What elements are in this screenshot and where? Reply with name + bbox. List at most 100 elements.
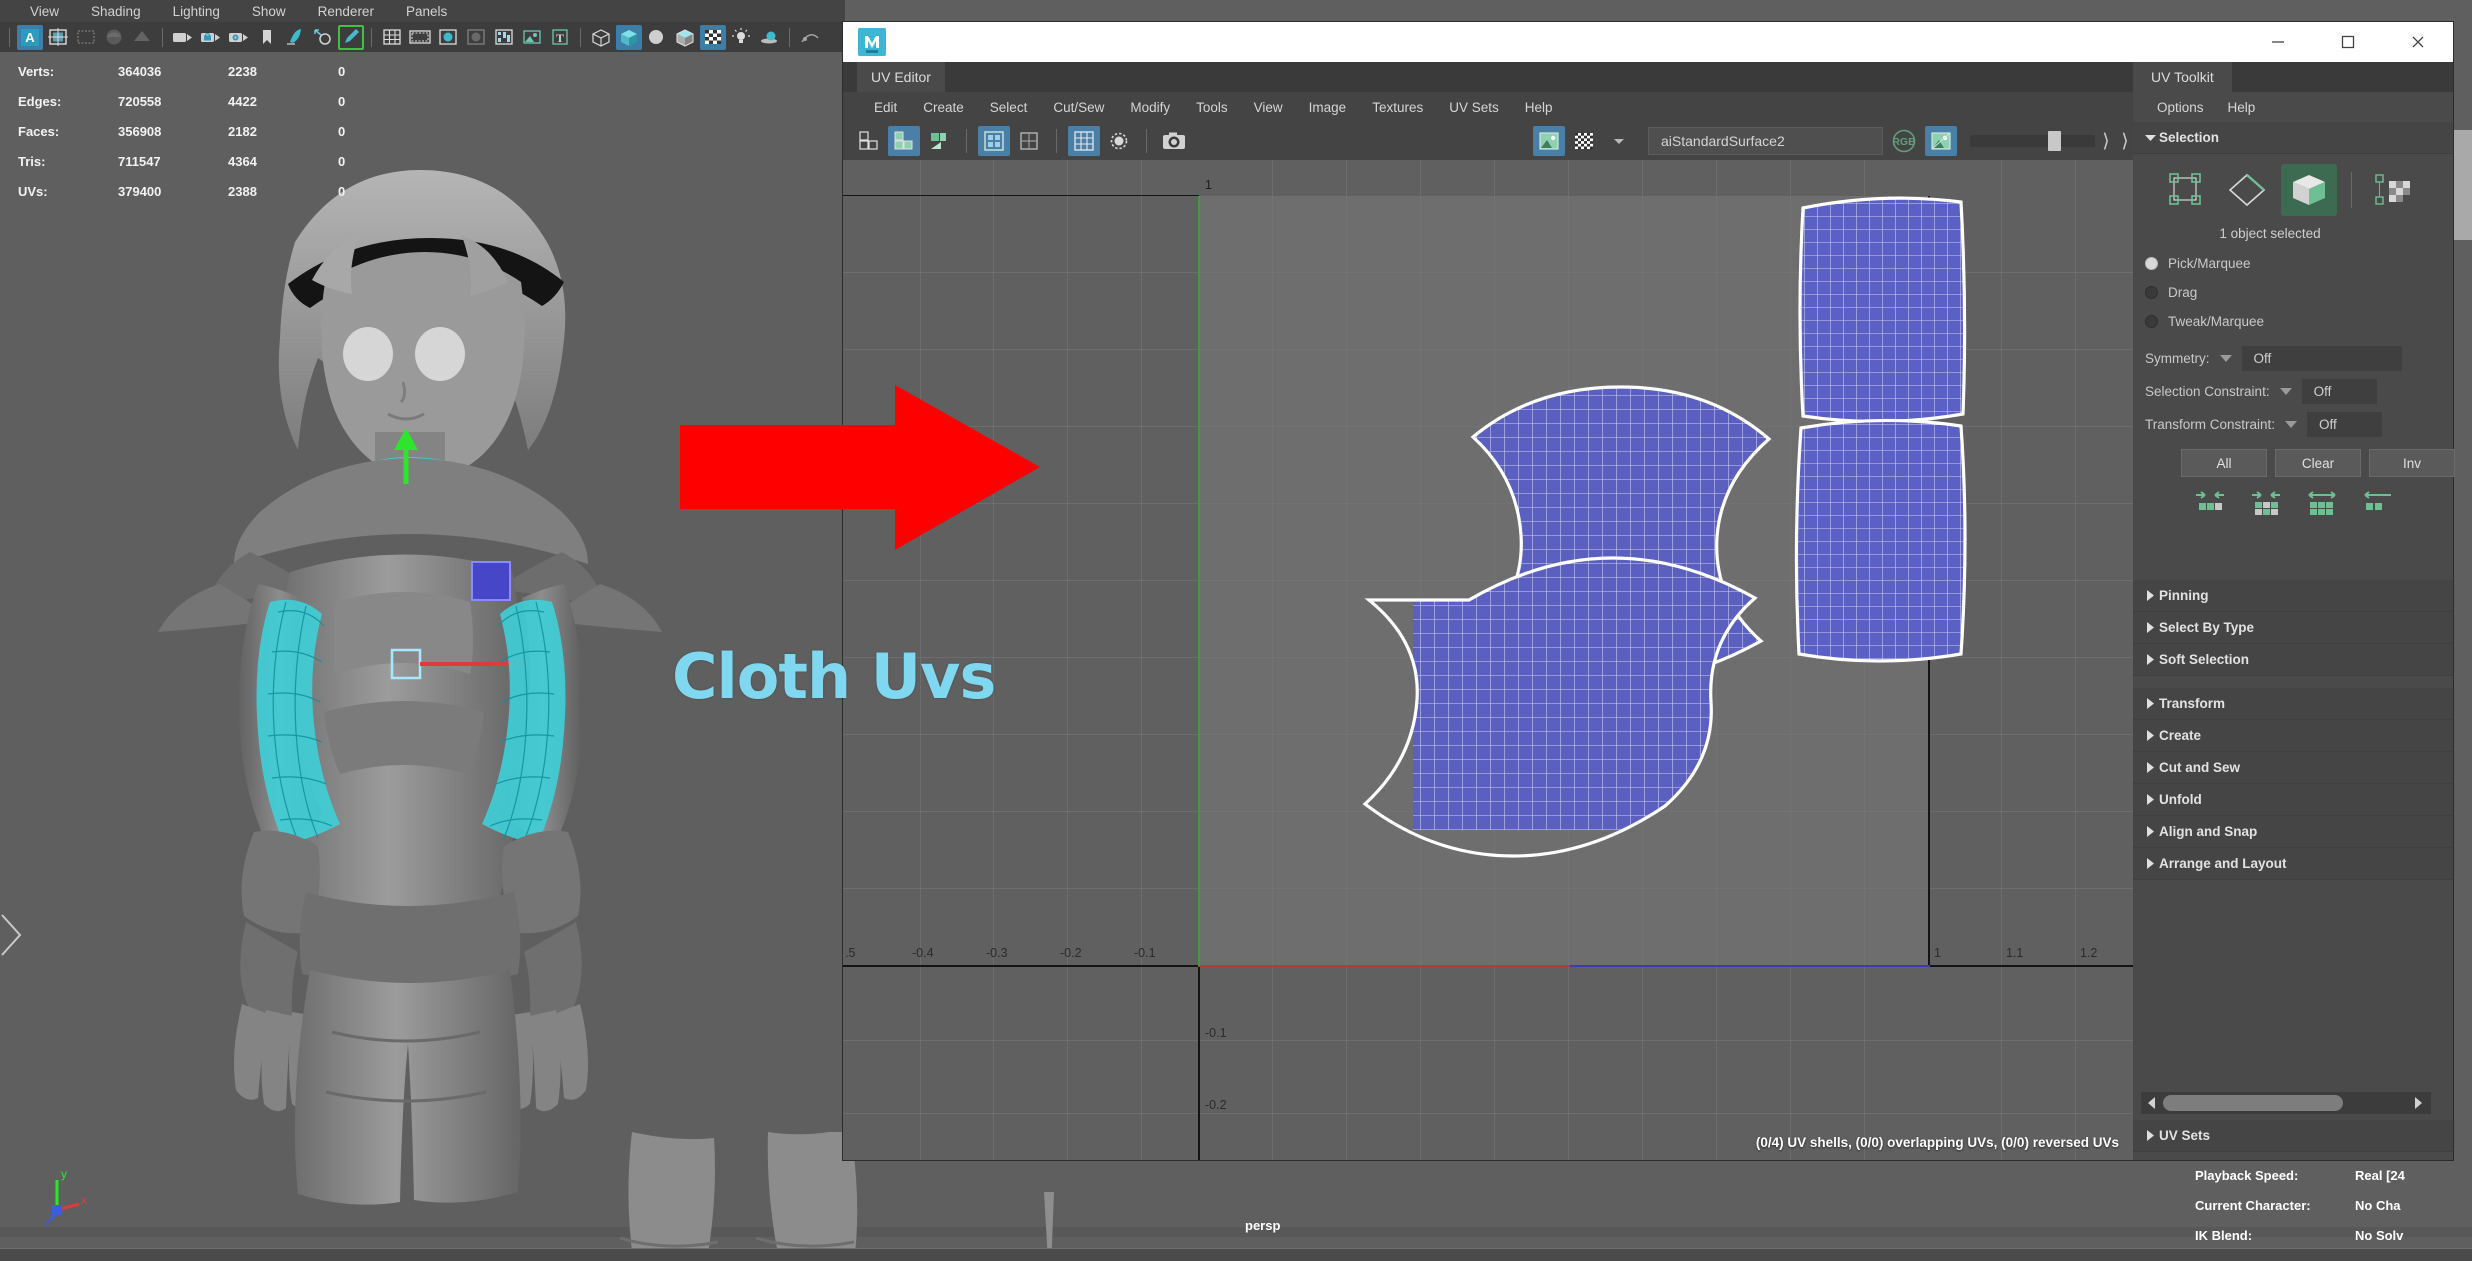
section-create[interactable]: Create xyxy=(2133,720,2453,752)
radio-pick-marquee[interactable]: Pick/Marquee xyxy=(2133,249,2453,278)
chevron-down-icon[interactable] xyxy=(2285,421,2298,428)
viewport-menu-show[interactable]: Show xyxy=(236,4,302,19)
shell-mode-icon[interactable] xyxy=(2366,164,2422,216)
scrollbar-thumb[interactable] xyxy=(2163,1095,2343,1111)
viewport-menu-view[interactable]: View xyxy=(14,4,75,19)
uv-menu-create[interactable]: Create xyxy=(910,100,977,115)
shade-lights-icon[interactable] xyxy=(463,25,489,50)
resolution-gate-icon[interactable] xyxy=(73,25,99,50)
close-button[interactable] xyxy=(2383,22,2453,62)
radio-button-indicator[interactable] xyxy=(2145,315,2158,328)
shrink-selection-icon[interactable] xyxy=(2193,487,2227,515)
uv-menu-textures[interactable]: Textures xyxy=(1359,100,1436,115)
exposure-slider-knob[interactable] xyxy=(2048,131,2061,151)
section-unfold[interactable]: Unfold xyxy=(2133,784,2453,816)
uv-checker-icon[interactable] xyxy=(1568,126,1600,156)
select-invert-button[interactable]: Inv xyxy=(2369,449,2455,477)
uv-pixel-snap-icon[interactable] xyxy=(1103,126,1135,156)
radio-button-indicator[interactable] xyxy=(2145,257,2158,270)
toolkit-menu-help[interactable]: Help xyxy=(2216,100,2268,115)
section-soft-selection[interactable]: Soft Selection xyxy=(2133,644,2453,676)
field-selection-constraint[interactable]: Selection Constraint: Off xyxy=(2133,375,2453,408)
select-all-button[interactable]: All xyxy=(2181,449,2267,477)
uv-mode-icon[interactable] xyxy=(2157,164,2213,216)
uv-shell-sleeve-right[interactable] xyxy=(1793,196,1983,428)
camera-settings-icon[interactable] xyxy=(226,25,252,50)
status-value[interactable]: Real [24 xyxy=(2355,1168,2405,1183)
uv-editor-titlebar[interactable] xyxy=(843,22,2453,62)
uv-shells-group[interactable] xyxy=(843,160,2133,1160)
tab-uv-toolkit[interactable]: UV Toolkit xyxy=(2133,62,2232,92)
viewport-menu-lighting[interactable]: Lighting xyxy=(157,4,236,19)
camera-icon[interactable] xyxy=(170,25,196,50)
uv-menu-view[interactable]: View xyxy=(1241,100,1296,115)
viewport-menu-shading[interactable]: Shading xyxy=(75,4,157,19)
uv-distortion-display-icon[interactable] xyxy=(1013,126,1045,156)
minimize-button[interactable] xyxy=(2243,22,2313,62)
viewport-menu-panels[interactable]: Panels xyxy=(390,4,463,19)
selection-section-header[interactable]: Selection xyxy=(2133,122,2453,154)
viewport-menu-renderer[interactable]: Renderer xyxy=(302,4,390,19)
radio-drag[interactable]: Drag xyxy=(2133,278,2453,307)
uv-distortion-shader-icon[interactable] xyxy=(923,126,955,156)
section-select-by-type[interactable]: Select By Type xyxy=(2133,612,2453,644)
toolkit-menu-options[interactable]: Options xyxy=(2145,100,2216,115)
camera-lock-icon[interactable] xyxy=(198,25,224,50)
xray-icon[interactable] xyxy=(129,25,155,50)
viewport-draw-icon[interactable] xyxy=(338,25,364,50)
smooth-shade-icon[interactable] xyxy=(407,25,433,50)
field-symmetry[interactable]: Symmetry: Off xyxy=(2133,342,2453,375)
uv-editor-menubar[interactable]: Edit Create Select Cut/Sew Modify Tools … xyxy=(843,92,2133,122)
light-bulb-icon[interactable] xyxy=(728,25,754,50)
gate-mask-icon[interactable] xyxy=(101,25,127,50)
uv-texture-filter-icon[interactable] xyxy=(1925,126,1957,156)
image-plane-icon[interactable] xyxy=(519,25,545,50)
uv-menu-edit[interactable]: Edit xyxy=(861,100,910,115)
uv-menu-image[interactable]: Image xyxy=(1296,100,1360,115)
shadow-sphere-icon[interactable] xyxy=(644,25,670,50)
section-transform[interactable]: Transform xyxy=(2133,688,2453,720)
field-transform-constraint[interactable]: Transform Constraint: Off xyxy=(2133,408,2453,441)
section-align-and-snap[interactable]: Align and Snap xyxy=(2133,816,2453,848)
uv-isolate-select-icon[interactable] xyxy=(853,126,885,156)
chevron-down-icon[interactable] xyxy=(2219,355,2232,362)
selection-grow-shrink-row[interactable] xyxy=(2133,481,2453,525)
smooth-cube-icon[interactable] xyxy=(672,25,698,50)
bookmark-icon[interactable] xyxy=(254,25,280,50)
shaded-cube-icon[interactable] xyxy=(616,24,642,50)
uv-toolkit-menubar[interactable]: Options Help xyxy=(2133,92,2453,122)
shade-textured-icon[interactable] xyxy=(435,25,461,50)
material-name-field[interactable]: aiStandardSurface2 xyxy=(1648,127,1883,155)
section-pinning[interactable]: Pinning xyxy=(2133,580,2453,612)
motion-trail-icon[interactable] xyxy=(797,25,823,50)
film-gate-icon[interactable] xyxy=(45,25,71,50)
chevron-down-icon[interactable] xyxy=(2279,388,2292,395)
select-shell-border-icon[interactable] xyxy=(2305,487,2339,515)
grease-pencil-icon[interactable] xyxy=(282,25,308,50)
field-value[interactable]: Off xyxy=(2307,412,2383,437)
expand-right-chevron-icon-2[interactable]: ⟩ xyxy=(2117,126,2133,156)
viewport-menubar[interactable]: View Shading Lighting Show Renderer Pane… xyxy=(0,0,845,22)
uv-shell-sleeve-left[interactable] xyxy=(1793,418,1983,668)
exposure-slider[interactable] xyxy=(1970,131,2095,151)
wireframe-cube-icon[interactable] xyxy=(588,25,614,50)
expand-right-chevron-icon[interactable]: ⟩ xyxy=(2098,126,2114,156)
tab-uv-editor[interactable]: UV Editor xyxy=(857,62,945,92)
checker-texture-icon[interactable] xyxy=(700,24,726,50)
viewport-toolbar[interactable]: A T xyxy=(0,22,845,52)
uv-menu-modify[interactable]: Modify xyxy=(1117,100,1183,115)
section-cut-and-sew[interactable]: Cut and Sew xyxy=(2133,752,2453,784)
section-uv-sets[interactable]: UV Sets xyxy=(2133,1120,2453,1152)
text-display-icon[interactable]: T xyxy=(547,25,573,50)
scroll-right-arrow-icon[interactable] xyxy=(2407,1092,2429,1114)
uv-menu-uv-sets[interactable]: UV Sets xyxy=(1436,100,1512,115)
field-value[interactable]: Off xyxy=(2301,379,2377,404)
texture-display-icon[interactable] xyxy=(491,25,517,50)
status-value[interactable]: No Solv xyxy=(2355,1228,2403,1243)
uv-texture-borders-icon[interactable] xyxy=(978,126,1010,156)
uv-menu-select[interactable]: Select xyxy=(977,100,1041,115)
uv-shell-bodice-back[interactable] xyxy=(1362,550,1833,858)
select-shell-edge-icon[interactable] xyxy=(2361,487,2395,515)
maximize-button[interactable] xyxy=(2313,22,2383,62)
edge-mode-icon[interactable] xyxy=(2219,164,2275,216)
